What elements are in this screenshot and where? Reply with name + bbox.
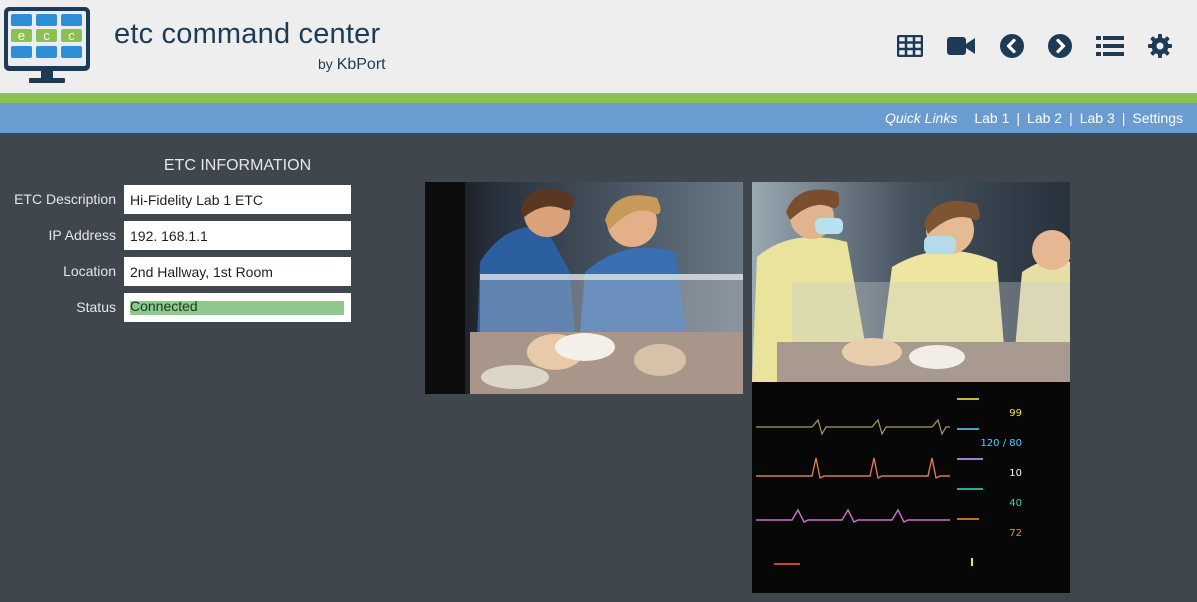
quick-links: Quick Links Lab 1 | Lab 2 | Lab 3 | Sett…: [885, 110, 1183, 126]
next-button[interactable]: [1045, 32, 1075, 60]
blood-pressure-value: 120 / 80: [980, 438, 1022, 449]
status-label: Status: [76, 299, 116, 315]
status-connected-badge: Connected: [130, 298, 344, 315]
chevron-right-circle-icon: [1048, 34, 1072, 58]
monitor-indicator: [971, 558, 973, 566]
location-value: 2nd Hallway, 1st Room: [124, 257, 351, 286]
accent-strip: [0, 93, 1197, 103]
camera-view-button[interactable]: [946, 32, 976, 60]
ip-address-value: 192. 168.1.1: [124, 221, 351, 250]
company-name: KbPort: [336, 56, 386, 73]
location-label: Location: [63, 263, 116, 279]
list-icon: [1096, 36, 1124, 56]
camera-feed-1[interactable]: [425, 182, 743, 394]
monitor-label: [957, 398, 979, 400]
heart-rate-value: 72: [1009, 528, 1022, 539]
quick-links-bar: Quick Links Lab 1 | Lab 2 | Lab 3 | Sett…: [0, 103, 1197, 133]
info-row-status: Status Connected: [0, 293, 352, 322]
ip-address-label: IP Address: [48, 227, 116, 243]
logo-letter: c: [43, 28, 50, 43]
link-separator: |: [1016, 110, 1021, 126]
respiratory-rate-value: 10: [1009, 468, 1022, 479]
etc-info-heading: ETC INFORMATION: [163, 157, 312, 174]
brand-byline: by KbPort: [318, 56, 386, 74]
description-value: Hi-Fidelity Lab 1 ETC: [124, 185, 351, 214]
monitor-label: [774, 563, 800, 565]
chevron-left-circle-icon: [1000, 34, 1024, 58]
list-view-button[interactable]: [1095, 32, 1125, 60]
link-separator: |: [1121, 110, 1126, 126]
grid-icon: [897, 35, 923, 57]
monitor-label: [957, 518, 979, 520]
app-title: etc command center: [114, 18, 381, 50]
quick-links-label: Quick Links: [884, 110, 958, 126]
monitor-label: [957, 428, 979, 430]
previous-button[interactable]: [997, 32, 1027, 60]
quick-link-settings[interactable]: Settings: [1132, 110, 1183, 126]
spo2-value: 99: [1009, 408, 1022, 419]
info-row-ip-address: IP Address 192. 168.1.1: [0, 221, 352, 250]
link-separator: |: [1069, 110, 1073, 126]
info-row-description: ETC Description Hi-Fidelity Lab 1 ETC: [0, 185, 352, 214]
grid-view-button[interactable]: [895, 32, 925, 60]
monitor-label: [957, 458, 983, 460]
gear-icon: [1148, 34, 1172, 58]
settings-button[interactable]: [1145, 32, 1175, 60]
info-row-location: Location 2nd Hallway, 1st Room: [0, 257, 352, 286]
camera-feed-2[interactable]: [752, 182, 1070, 382]
patient-monitor-feed[interactable]: 99 120 / 80 10 40 72: [752, 382, 1070, 593]
app-header: e c c etc command center by KbPort: [0, 0, 1197, 93]
logo-letter: e: [18, 28, 25, 43]
quick-link-lab-3[interactable]: Lab 3: [1080, 110, 1115, 126]
byline-prefix: by: [318, 56, 333, 72]
video-camera-icon: [947, 37, 975, 55]
status-text: Connected: [130, 298, 198, 314]
etco2-value: 40: [1009, 498, 1022, 509]
quick-link-lab-1[interactable]: Lab 1: [974, 110, 1009, 126]
description-label: ETC Description: [14, 191, 116, 207]
quick-link-lab-2[interactable]: Lab 2: [1027, 110, 1062, 126]
ecc-logo: e c c: [4, 7, 90, 83]
status-value: Connected: [124, 293, 351, 322]
logo-letter: c: [68, 28, 75, 43]
monitor-label: [957, 488, 983, 490]
